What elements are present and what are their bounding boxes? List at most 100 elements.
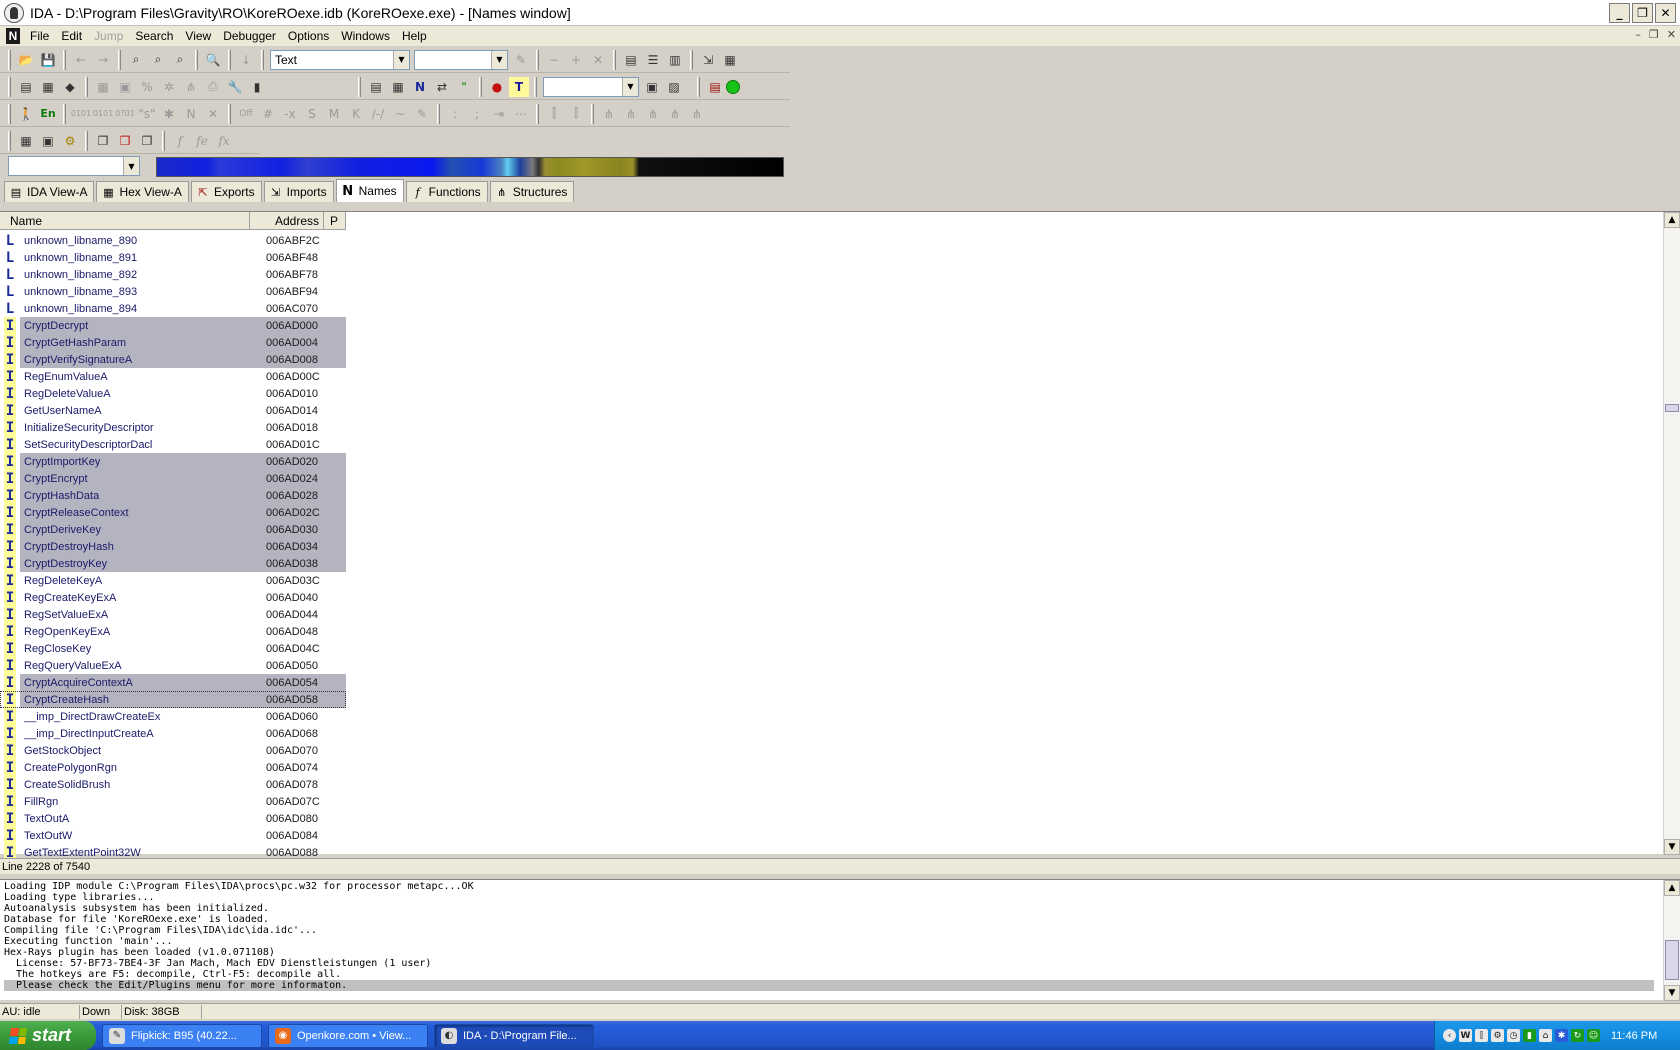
strings-icon[interactable]: " [454, 77, 474, 97]
view-mode-select[interactable]: Text ▼ [270, 49, 410, 70]
xref-icon[interactable]: ⇄ [432, 77, 452, 97]
names-n-icon[interactable]: N [410, 77, 430, 97]
table-row[interactable]: I CryptReleaseContext 006AD02C [0, 504, 346, 521]
walking-man-icon[interactable]: 🚶 [16, 104, 36, 124]
link-icon[interactable]: ⇲ [698, 50, 718, 70]
table-row[interactable]: I CryptDestroyKey 006AD038 [0, 555, 346, 572]
listing-icon[interactable]: ▤ [16, 77, 36, 97]
clock[interactable]: 11:46 PM [1611, 1030, 1657, 1042]
table-row[interactable]: I RegQueryValueExA 006AD050 [0, 657, 346, 674]
toolbar-grip[interactable] [195, 49, 198, 70]
array-icon[interactable]: ✱ [159, 104, 179, 124]
menu-help[interactable]: Help [396, 29, 433, 43]
table-row[interactable]: I RegOpenKeyExA 006AD048 [0, 623, 346, 640]
x-icon[interactable]: ✕ [588, 50, 608, 70]
binoculars-text-icon[interactable]: ⌕ [148, 50, 168, 70]
table-row[interactable]: I TextOutA 006AD080 [0, 810, 346, 827]
table-row[interactable]: I RegCreateKeyExA 006AD040 [0, 589, 346, 606]
semicolon-icon[interactable]: ; [467, 104, 487, 124]
chart-sub-icon[interactable]: ⫿ [566, 104, 586, 124]
edit-pen-icon[interactable]: ✎ [412, 104, 432, 124]
tray-bluetooth-icon[interactable]: ✱ [1555, 1029, 1568, 1042]
table-row[interactable]: Lunknown_libname_890 006ABF2C [0, 232, 346, 249]
bug-icon[interactable]: ● [487, 77, 507, 97]
toolbar-grip[interactable] [479, 76, 482, 97]
toolbar-grip[interactable] [536, 49, 539, 70]
names-vertical-scrollbar[interactable]: ▲ ▼ [1663, 212, 1680, 855]
scroll-up-icon[interactable]: ▲ [1664, 212, 1680, 228]
toolbar-grip[interactable] [63, 49, 66, 70]
tab-imports[interactable]: ⇲ Imports [263, 181, 334, 202]
menu-file[interactable]: File [24, 29, 55, 43]
node-icon[interactable]: ✲ [159, 77, 179, 97]
grid-icon[interactable]: ▦ [720, 50, 740, 70]
bitwise-icon[interactable]: /-/ [368, 104, 388, 124]
find-icon[interactable]: 🔍 [203, 50, 223, 70]
table-row[interactable]: I CreatePolygonRgn 006AD074 [0, 759, 346, 776]
tab-hex-view-a[interactable]: ▦ Hex View-A [96, 181, 189, 202]
table-row[interactable]: I RegCloseKey 006AD04C [0, 640, 346, 657]
table-row[interactable]: I RegEnumValueA 006AD00C [0, 368, 346, 385]
tab-functions[interactable]: f Functions [405, 181, 488, 202]
tree-icon[interactable]: ⋔ [181, 77, 201, 97]
tray-collapse-icon[interactable]: ‹ [1443, 1029, 1456, 1042]
string-literal-icon[interactable]: "s" [137, 104, 157, 124]
toolbar-grip[interactable] [536, 103, 539, 124]
table-row[interactable]: I SetSecurityDescriptorDacl 006AD01C [0, 436, 346, 453]
column-header-name[interactable]: Name [0, 212, 250, 230]
column-header-address[interactable]: Address [250, 212, 324, 230]
percent-icon[interactable]: % [137, 77, 157, 97]
tray-gear-icon[interactable]: ⚙ [1491, 1029, 1504, 1042]
table-row[interactable]: I CryptDecrypt 006AD000 [0, 317, 346, 334]
table-row[interactable]: I RegDeleteValueA 006AD010 [0, 385, 346, 402]
wrench-icon[interactable]: 🔧 [225, 77, 245, 97]
menu-view[interactable]: View [179, 29, 217, 43]
table-row[interactable]: I __imp_DirectInputCreateA 006AD068 [0, 725, 346, 742]
forward-arrow-icon[interactable]: → [93, 50, 113, 70]
undefine-icon[interactable]: ✕ [203, 104, 223, 124]
scroll-thumb[interactable] [1665, 940, 1679, 980]
process-icon[interactable]: ▣ [642, 77, 662, 97]
toolbar-grip[interactable] [228, 49, 231, 70]
table-row[interactable]: I TextOutW 006AD084 [0, 827, 346, 844]
hidden-area-icon[interactable]: ⋯ [511, 104, 531, 124]
data-icon[interactable]: 0101 [93, 104, 113, 124]
close-button[interactable]: ✕ [1655, 3, 1676, 23]
function-edit-icon[interactable]: fe [192, 131, 212, 151]
menu-search[interactable]: Search [129, 29, 179, 43]
toolbar-grip[interactable] [8, 49, 11, 70]
close-windows-icon[interactable]: ❐ [115, 131, 135, 151]
enum-k-icon[interactable]: K [346, 104, 366, 124]
table-row[interactable]: I RegDeleteKeyA 006AD03C [0, 572, 346, 589]
tray-word-icon[interactable]: W [1459, 1029, 1472, 1042]
tray-messenger-icon[interactable]: ☺ [1587, 1029, 1600, 1042]
table-row[interactable]: I FillRgn 006AD07C [0, 793, 346, 810]
tab-structures[interactable]: ⋔ Structures [489, 181, 575, 202]
gear-icon[interactable]: ⚙ [60, 131, 80, 151]
ida-app-icon[interactable] [4, 2, 24, 23]
tilde-icon[interactable]: ~ [390, 104, 410, 124]
mdi-restore-button[interactable]: ❐ [1649, 28, 1659, 41]
navigation-strip[interactable] [156, 157, 784, 177]
start-button[interactable]: start [0, 1021, 96, 1050]
toolbar-grip[interactable] [261, 49, 264, 70]
type-t-icon[interactable]: T [509, 76, 529, 97]
segment-select[interactable]: ▼ [8, 156, 140, 176]
binoculars-binary-icon[interactable]: ⌕ [170, 50, 190, 70]
table-row[interactable]: I CreateSolidBrush 006AD078 [0, 776, 346, 793]
menu-windows[interactable]: Windows [335, 29, 396, 43]
menu-debugger[interactable]: Debugger [217, 29, 282, 43]
graph-xrefs-to-icon[interactable]: ⋔ [643, 104, 663, 124]
table-row[interactable]: Lunknown_libname_894 006AC070 [0, 300, 346, 317]
open-folder-icon[interactable]: 📂 [16, 50, 36, 70]
menu-edit[interactable]: Edit [55, 29, 88, 43]
tab-exports[interactable]: ⇱ Exports [190, 181, 262, 202]
table-row[interactable]: Lunknown_libname_891 006ABF48 [0, 249, 346, 266]
toolbar-grip[interactable] [690, 49, 693, 70]
task-ida[interactable]: ◐ IDA - D:\Program File... [434, 1023, 594, 1048]
toolbar-grip[interactable] [534, 76, 537, 97]
toolbar-grip[interactable] [85, 76, 88, 97]
table-row[interactable]: I CryptVerifySignatureA 006AD008 [0, 351, 346, 368]
table-row[interactable]: I __imp_DirectDrawCreateEx 006AD060 [0, 708, 346, 725]
chevron-down-icon[interactable]: ▼ [491, 50, 507, 69]
